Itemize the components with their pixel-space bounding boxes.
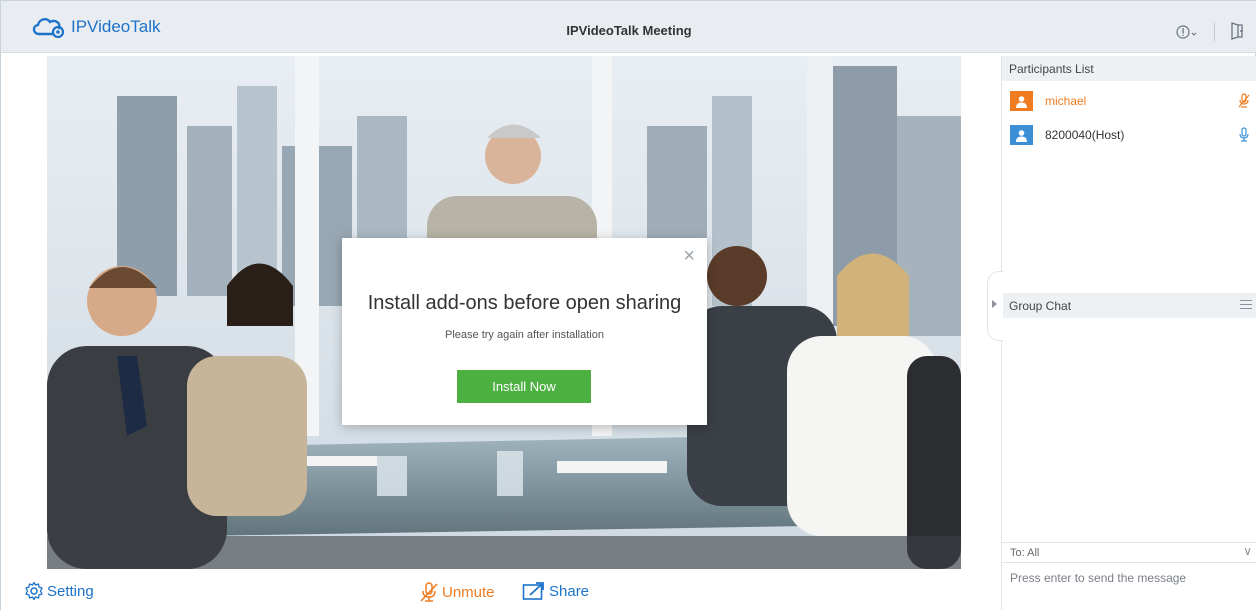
- page-title: IPVideoTalk Meeting: [566, 23, 692, 38]
- chevron-down-icon: ∨: [1243, 544, 1252, 558]
- share-button[interactable]: Share: [522, 581, 589, 601]
- right-panel: Participants List michael 8200040(Host) …: [1001, 56, 1256, 610]
- avatar: [1010, 125, 1033, 145]
- setting-label: Setting: [47, 582, 94, 600]
- user-icon: [1016, 95, 1027, 108]
- install-now-button[interactable]: Install Now: [457, 370, 591, 403]
- bottom-toolbar: Setting Unmute Share: [1, 569, 1001, 610]
- setting-button[interactable]: Setting: [24, 581, 94, 601]
- mic-icon[interactable]: [1238, 127, 1250, 143]
- participant-name: michael: [1045, 94, 1087, 108]
- participants-header: Participants List: [1002, 56, 1256, 81]
- stage-left-margin: [1, 56, 47, 569]
- menu-icon[interactable]: [1240, 300, 1252, 312]
- info-icon: [1176, 25, 1197, 39]
- participant-item[interactable]: 8200040(Host): [1010, 123, 1250, 147]
- group-chat-header: Group Chat: [1002, 293, 1256, 318]
- chevron-right-icon: [992, 300, 997, 308]
- dialog-title: Install add-ons before open sharing: [367, 292, 682, 314]
- share-icon: [522, 582, 544, 600]
- info-menu-button[interactable]: [1176, 25, 1198, 42]
- chat-recipient-label: To: All: [1010, 547, 1040, 559]
- unmute-label: Unmute: [442, 583, 495, 601]
- close-icon[interactable]: ×: [683, 246, 695, 266]
- share-label: Share: [549, 582, 590, 600]
- gear-icon: [25, 581, 43, 601]
- exit-button[interactable]: [1230, 22, 1244, 43]
- unmute-button[interactable]: Unmute: [419, 581, 495, 603]
- mic-muted-icon[interactable]: [1238, 93, 1250, 109]
- app-window: IPVideoTalk IPVideoTalk Meeting × Instal…: [0, 0, 1256, 610]
- dialog-subtitle: Please try again after installation: [445, 329, 604, 341]
- header-divider: [1214, 23, 1215, 41]
- install-addons-dialog: × Install add-ons before open sharing Pl…: [342, 238, 707, 425]
- chat-message-input[interactable]: [1002, 562, 1256, 610]
- header-bar: IPVideoTalk IPVideoTalk Meeting: [1, 1, 1256, 53]
- group-chat-title: Group Chat: [1009, 299, 1072, 313]
- participant-item[interactable]: michael: [1010, 89, 1250, 113]
- avatar: [1010, 91, 1033, 111]
- chat-recipient-select[interactable]: To: All ∨: [1002, 542, 1256, 562]
- participant-name: 8200040(Host): [1045, 128, 1125, 142]
- exit-icon: [1231, 22, 1243, 40]
- user-icon: [1016, 129, 1027, 142]
- mic-muted-icon: [420, 582, 438, 602]
